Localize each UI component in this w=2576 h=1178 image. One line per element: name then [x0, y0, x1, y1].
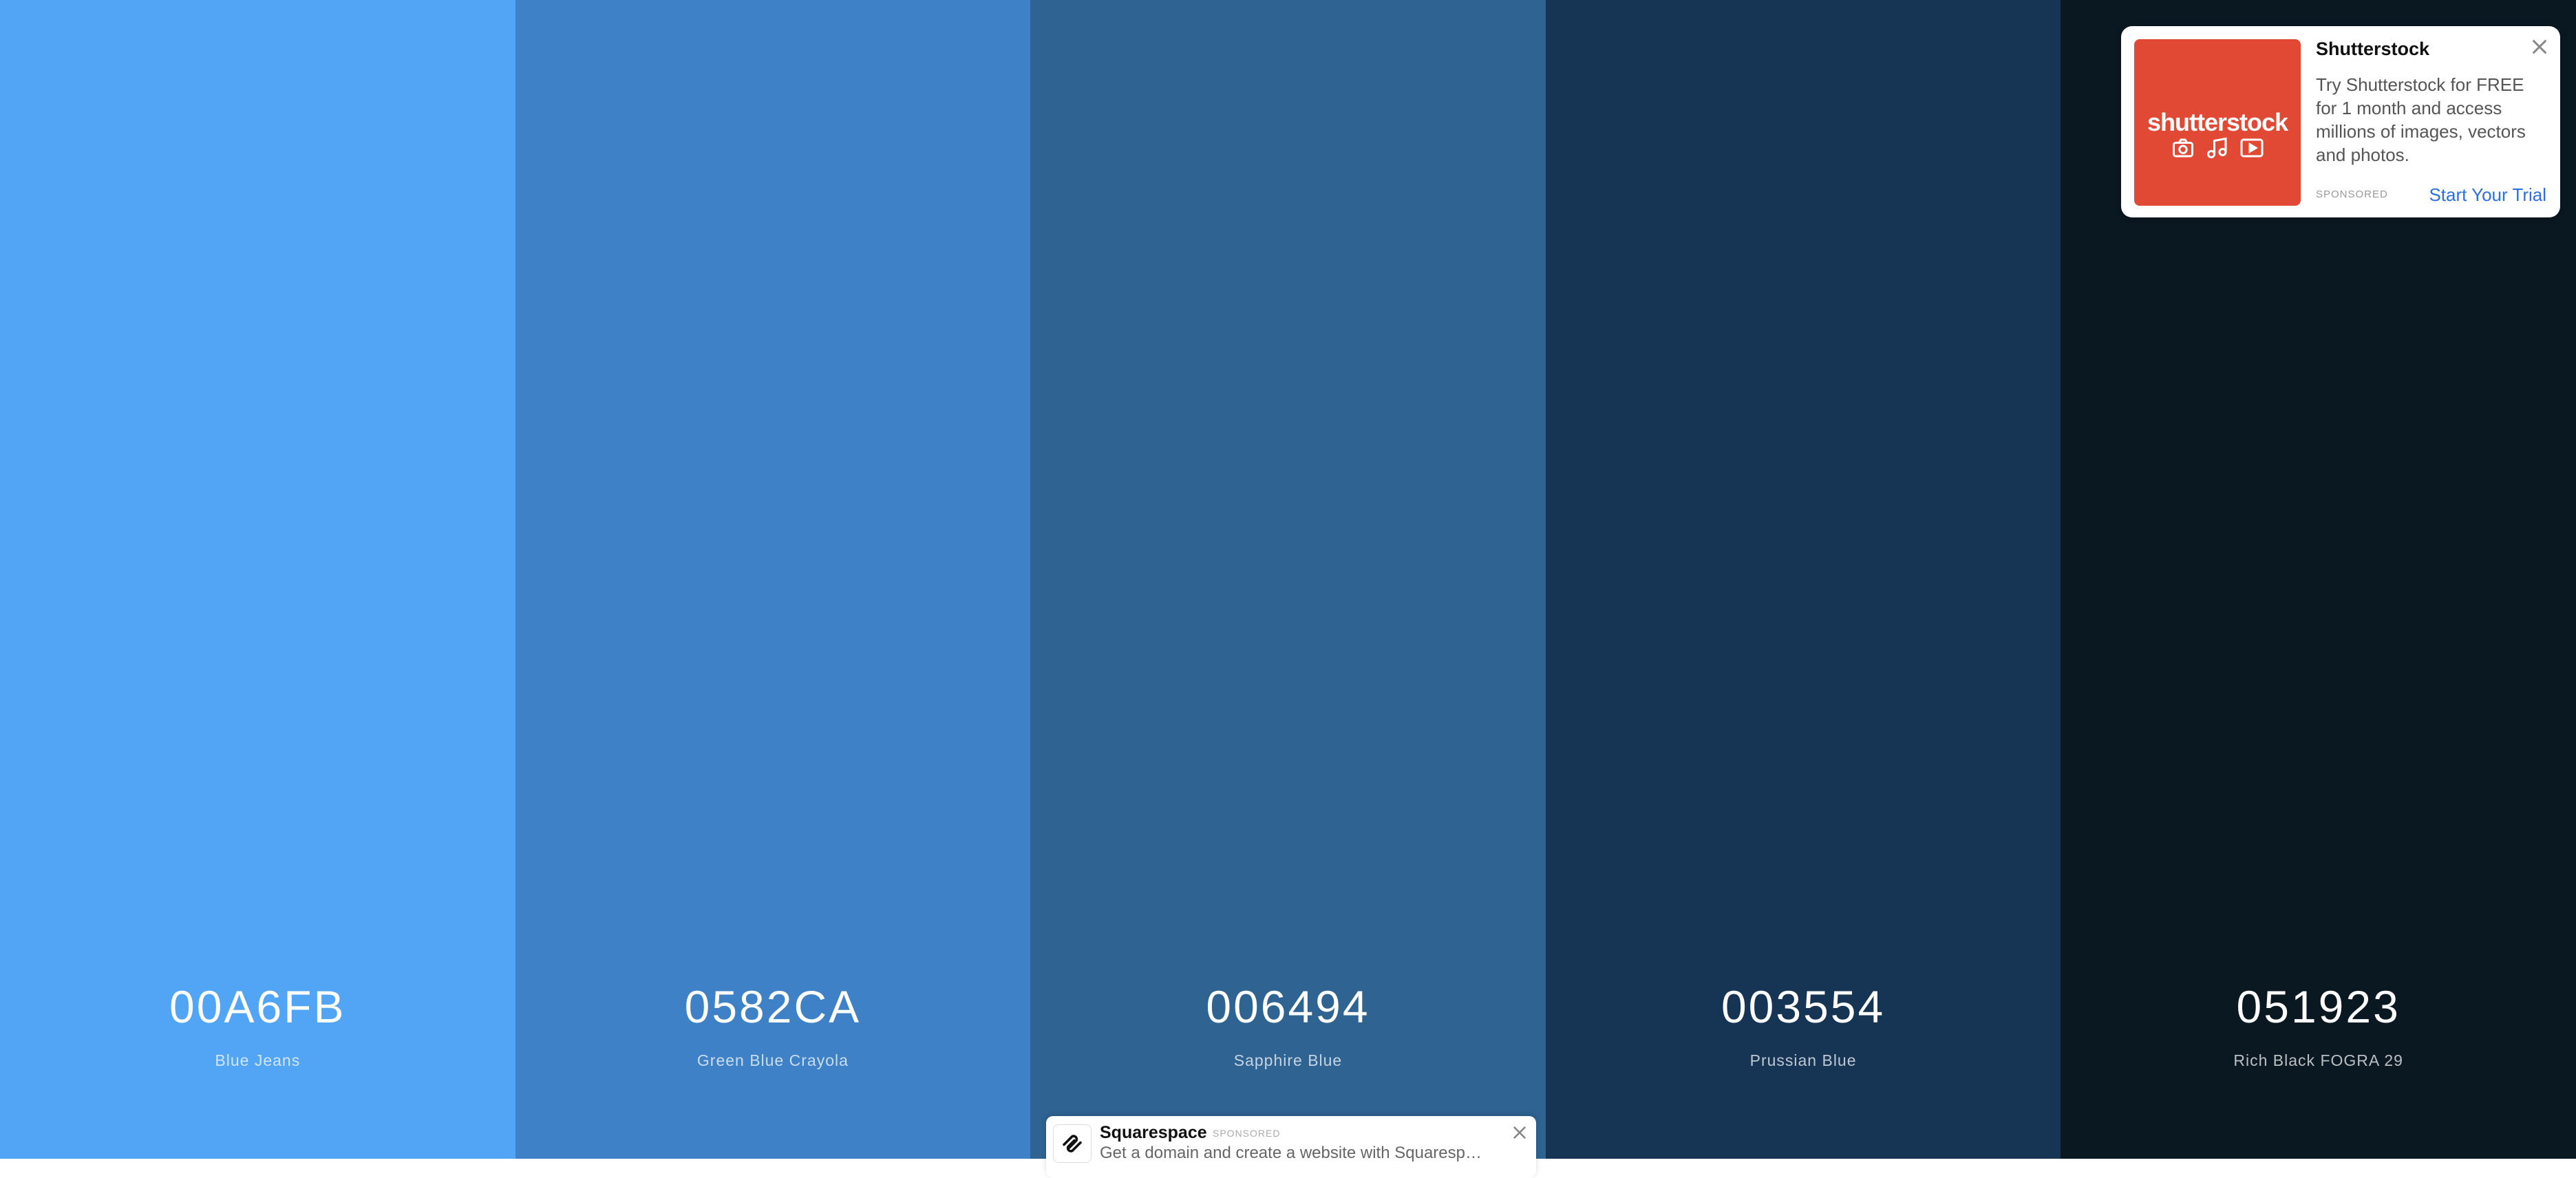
banner-sponsored-label: SPONSORED: [1213, 1128, 1281, 1139]
swatch-prussian-blue[interactable]: 003554 Prussian Blue: [1545, 0, 2061, 1159]
swatch-name: Prussian Blue: [1749, 1051, 1857, 1069]
media-icons: [2134, 136, 2301, 160]
swatch-sapphire-blue[interactable]: 006494 Sapphire Blue: [1030, 0, 1546, 1159]
squarespace-ad-banner[interactable]: Squarespace SPONSORED Get a domain and c…: [1046, 1116, 1536, 1178]
swatch-hex[interactable]: 051923: [2061, 981, 2576, 1033]
ad-title[interactable]: Shutterstock: [2316, 39, 2429, 60]
close-icon[interactable]: [2529, 36, 2551, 58]
shutterstock-logo-text: shutterstock: [2147, 108, 2288, 136]
swatch-hex[interactable]: 003554: [1546, 981, 2061, 1033]
swatch-name: Green Blue Crayola: [696, 1051, 849, 1069]
banner-title[interactable]: Squarespace: [1100, 1123, 1207, 1143]
close-icon[interactable]: [1510, 1123, 1529, 1142]
swatch-blue-jeans[interactable]: 00A6FB Blue Jeans: [0, 0, 515, 1159]
swatch-name: Blue Jeans: [215, 1051, 301, 1069]
camera-icon: [2173, 138, 2193, 158]
swatch-hex[interactable]: 00A6FB: [0, 981, 515, 1033]
swatch-name: Sapphire Blue: [1233, 1051, 1343, 1069]
swatch-hex[interactable]: 006494: [1030, 981, 1546, 1033]
swatch-green-blue-crayola[interactable]: 0582CA Green Blue Crayola: [515, 0, 1031, 1159]
music-note-icon: [2207, 137, 2227, 158]
swatch-hex[interactable]: 0582CA: [515, 981, 1031, 1033]
shutterstock-logo[interactable]: shutterstock: [2134, 39, 2301, 206]
shutterstock-ad-card[interactable]: shutterstock Shutterstock Try Shuttersto…: [2121, 26, 2560, 217]
ad-body-text: Try Shutterstock for FREE for 1 month an…: [2316, 74, 2526, 165]
video-play-icon: [2240, 138, 2264, 158]
squarespace-logo: [1053, 1124, 1092, 1163]
swatch-name: Rich Black FOGRA 29: [2233, 1051, 2403, 1069]
ad-sponsored-label: SPONSORED: [2316, 189, 2388, 200]
squarespace-logo-icon: [1063, 1135, 1082, 1153]
banner-text[interactable]: Get a domain and create a website with S…: [1100, 1144, 1485, 1163]
start-trial-link[interactable]: Start Your Trial: [2429, 184, 2546, 206]
